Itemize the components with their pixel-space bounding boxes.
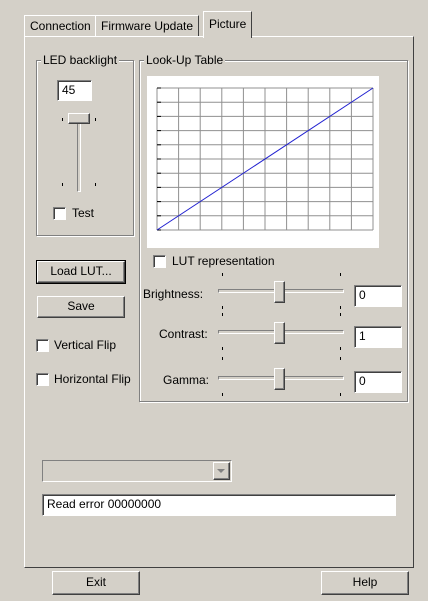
status-message-field: Read error 00000000 <box>42 494 396 516</box>
horizontal-flip-label: Horizontal Flip <box>54 372 131 386</box>
slider-tick <box>222 357 223 360</box>
load-lut-button[interactable]: Load LUT... <box>36 260 126 284</box>
slider-tick <box>340 313 341 316</box>
gamma-slider-thumb[interactable] <box>274 368 285 390</box>
slider-tick <box>222 393 223 396</box>
slider-tick <box>340 393 341 396</box>
dropdown-arrow-button[interactable] <box>213 462 230 480</box>
test-checkbox[interactable] <box>53 207 66 220</box>
contrast-slider-thumb[interactable] <box>274 322 285 344</box>
slider-tick <box>340 357 341 360</box>
contrast-label: Contrast: <box>159 327 208 341</box>
lut-group-label: Look-Up Table <box>144 53 226 67</box>
save-button[interactable]: Save <box>37 296 125 318</box>
lut-chart <box>147 76 379 248</box>
brightness-label: Brightness: <box>143 287 204 301</box>
slider-tick <box>222 273 223 276</box>
slider-tick <box>222 347 223 350</box>
gamma-value-field[interactable]: 0 <box>354 371 402 393</box>
chevron-down-icon <box>217 469 225 473</box>
slider-tick <box>222 306 223 309</box>
gamma-label: Gamma: <box>163 373 210 387</box>
slider-tick <box>95 183 96 186</box>
slider-tick <box>95 118 96 121</box>
led-value-field[interactable]: 45 <box>57 80 92 101</box>
led-slider-thumb[interactable] <box>68 113 90 124</box>
help-button[interactable]: Help <box>321 571 409 595</box>
slider-tick <box>340 347 341 350</box>
led-backlight-label: LED backlight <box>41 53 120 67</box>
tab-firmware-update[interactable]: Firmware Update <box>95 15 200 37</box>
contrast-value-field[interactable]: 1 <box>354 326 402 348</box>
lut-representation-checkbox[interactable] <box>153 255 166 268</box>
brightness-value-field[interactable]: 0 <box>354 285 402 307</box>
tab-connection[interactable]: Connection <box>24 15 97 37</box>
slider-tick <box>62 118 63 121</box>
tab-picture[interactable]: Picture <box>203 11 253 38</box>
slider-tick <box>222 313 223 316</box>
test-label: Test <box>72 206 95 220</box>
horizontal-flip-checkbox[interactable] <box>36 373 49 386</box>
lut-representation-label: LUT representation <box>172 254 275 268</box>
brightness-slider-thumb[interactable] <box>274 281 285 303</box>
vertical-flip-checkbox[interactable] <box>36 339 49 352</box>
exit-button[interactable]: Exit <box>52 571 140 595</box>
device-dropdown[interactable] <box>42 460 232 482</box>
slider-tick <box>340 273 341 276</box>
led-slider-track[interactable] <box>77 116 81 192</box>
vertical-flip-label: Vertical Flip <box>54 338 117 352</box>
slider-tick <box>340 306 341 309</box>
slider-tick <box>62 183 63 186</box>
